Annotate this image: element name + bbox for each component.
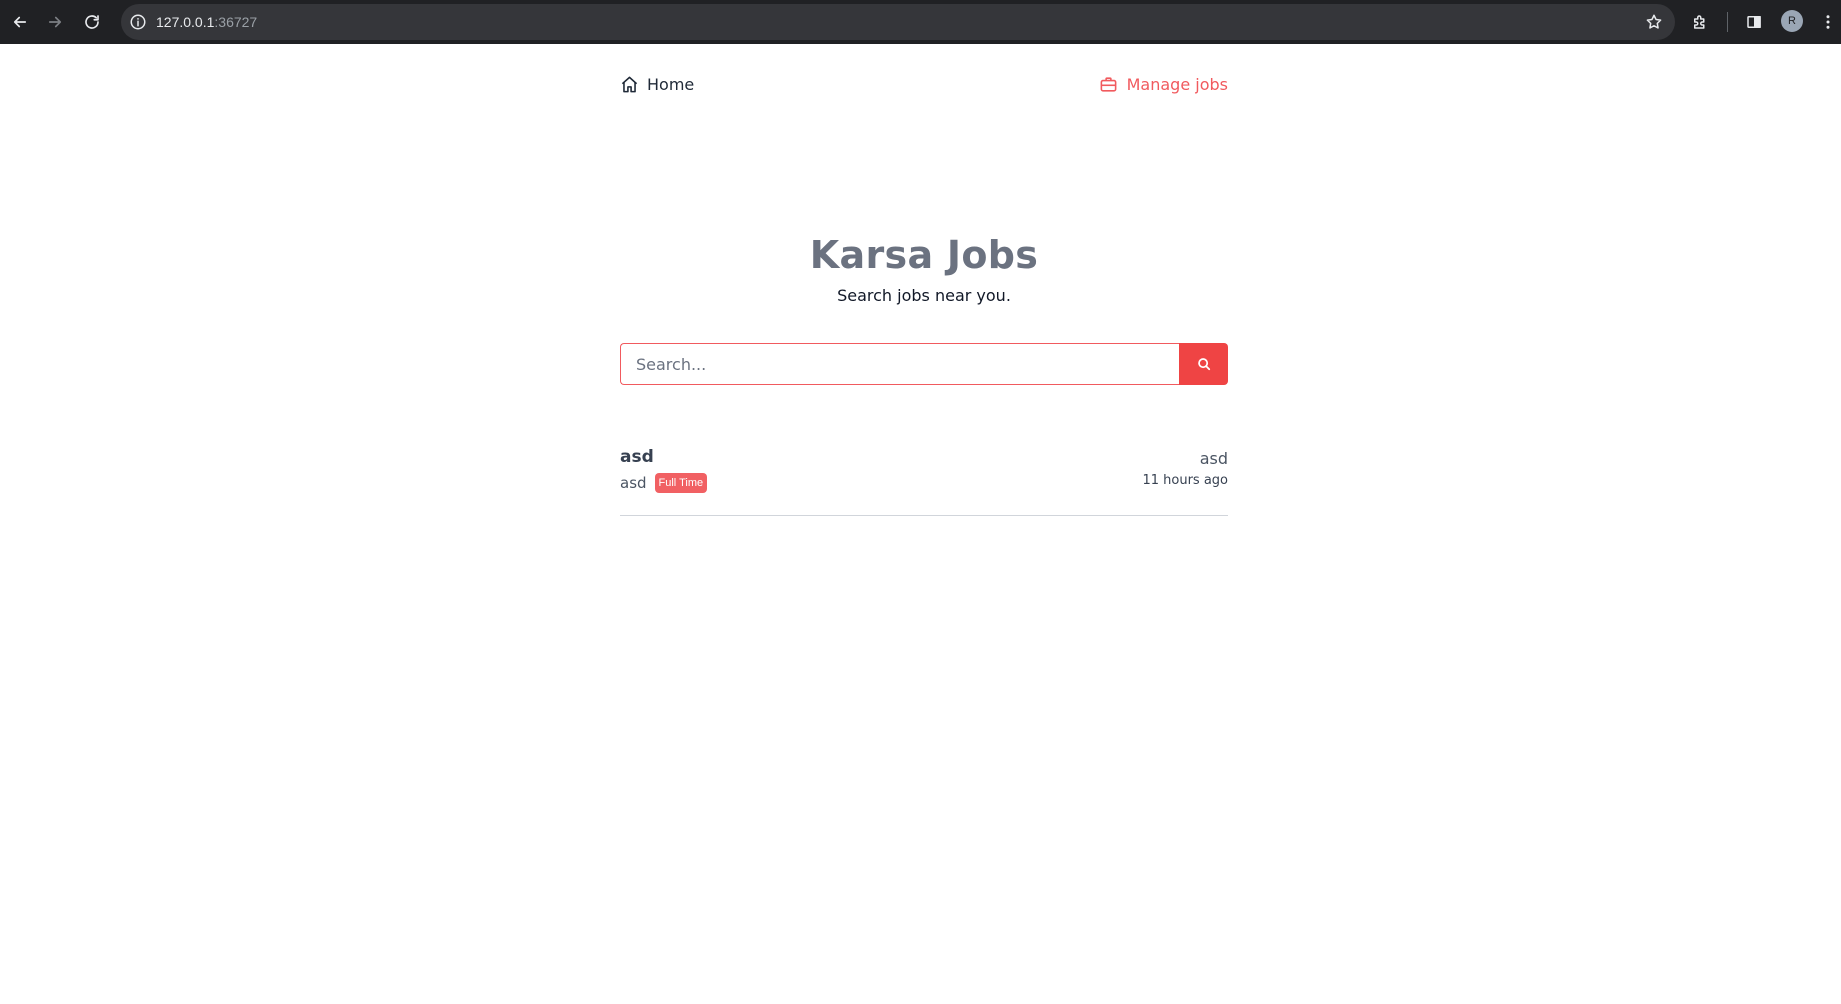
url-text[interactable]: 127.0.0.1:36727 <box>156 13 257 31</box>
job-list-item[interactable]: asd asd Full Time asd 11 hours ago <box>620 447 1228 516</box>
search-button[interactable] <box>1179 343 1228 385</box>
info-icon[interactable] <box>129 13 147 31</box>
reload-icon <box>85 15 99 29</box>
address-bar[interactable]: 127.0.0.1:36727 <box>121 4 1675 40</box>
page-subtitle: Search jobs near you. <box>837 286 1011 305</box>
job-list: asd asd Full Time asd 11 hours ago <box>620 447 1228 516</box>
top-navigation: Home Manage jobs <box>620 44 1228 126</box>
browser-toolbar: 127.0.0.1:36727 R <box>0 0 1841 44</box>
forward-icon <box>48 16 62 28</box>
extensions-icon[interactable] <box>1691 13 1709 31</box>
page-container: Home Manage jobs Karsa Jobs Search jobs … <box>620 44 1228 516</box>
toolbar-separator <box>1727 12 1728 32</box>
job-meta: asd Full Time <box>620 473 708 493</box>
home-link[interactable]: Home <box>620 75 694 94</box>
url-port: :36727 <box>214 14 258 30</box>
back-button[interactable] <box>2 4 38 40</box>
reload-button[interactable] <box>74 4 110 40</box>
star-icon[interactable] <box>1645 13 1663 31</box>
back-icon <box>13 16 27 28</box>
job-type-badge: Full Time <box>654 473 708 493</box>
manage-jobs-link[interactable]: Manage jobs <box>1099 75 1228 94</box>
job-location: asd <box>1199 449 1228 468</box>
home-link-label: Home <box>647 75 695 94</box>
page-title: Karsa Jobs <box>809 233 1039 277</box>
search-icon <box>1197 358 1210 371</box>
home-icon <box>621 76 638 93</box>
job-company: asd <box>620 474 647 492</box>
forward-button[interactable] <box>37 4 73 40</box>
manage-jobs-label: Manage jobs <box>1126 75 1228 94</box>
menu-icon[interactable] <box>1819 13 1837 31</box>
side-panel-icon[interactable] <box>1745 13 1763 31</box>
briefcase-icon <box>1100 77 1117 92</box>
hero-section: Karsa Jobs Search jobs near you. <box>620 233 1228 305</box>
job-posted-time: 11 hours ago <box>1142 473 1228 488</box>
search-input[interactable] <box>620 343 1179 385</box>
url-host: 127.0.0.1 <box>156 14 215 30</box>
job-title[interactable]: asd <box>620 447 654 467</box>
search-form <box>620 343 1228 385</box>
profile-avatar[interactable]: R <box>1781 10 1803 32</box>
